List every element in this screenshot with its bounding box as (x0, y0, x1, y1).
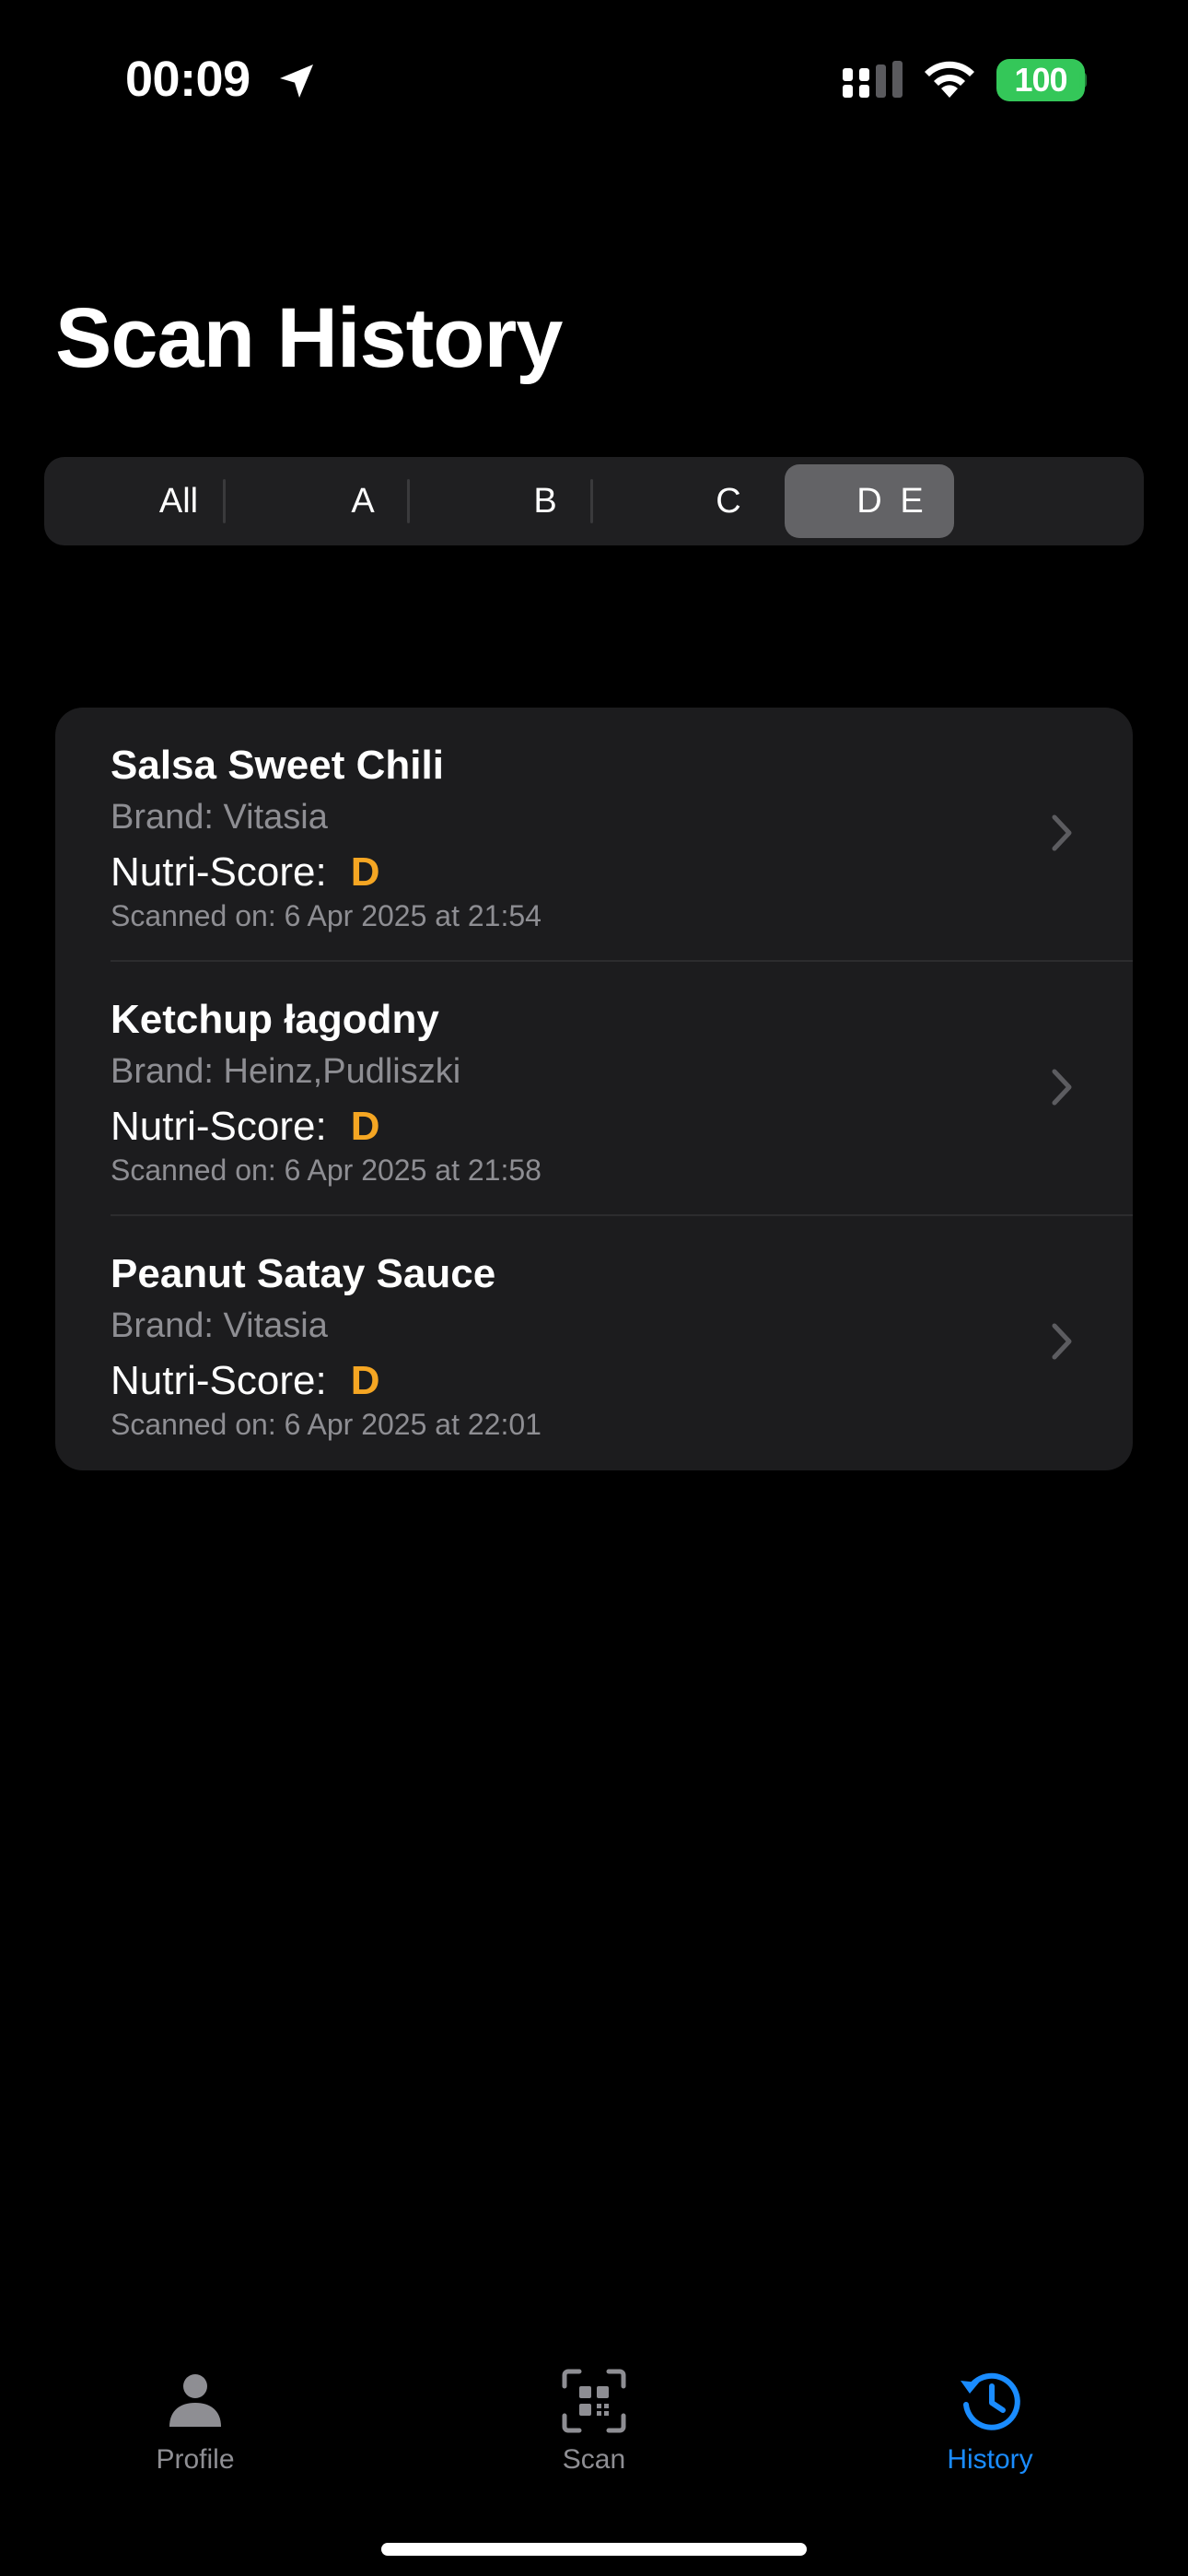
home-indicator (381, 2543, 807, 2556)
nutri-score-value: D (350, 849, 380, 895)
segment-divider (590, 479, 593, 523)
wifi-icon (925, 61, 974, 98)
tab-scan-label: Scan (562, 2444, 626, 2475)
filter-segment-a[interactable]: A (278, 464, 448, 538)
product-brand: Brand: Vitasia (111, 1306, 328, 1345)
location-arrow-icon (280, 64, 313, 98)
nutri-score-value: D (350, 1358, 380, 1403)
nutri-score: Nutri-Score: D (111, 1102, 380, 1152)
product-brand: Brand: Vitasia (111, 798, 328, 837)
history-row[interactable]: Peanut Satay Sauce Brand: Vitasia Nutri-… (55, 1216, 1133, 1470)
battery-tip (1079, 72, 1087, 88)
nutri-score-value: D (350, 1104, 380, 1149)
product-name: Salsa Sweet Chili (111, 743, 444, 788)
scanned-date: Scanned on: 6 Apr 2025 at 22:01 (111, 1408, 542, 1441)
tab-bar: Profile Scan History (0, 2340, 1188, 2576)
page-title: Scan History (55, 291, 563, 385)
history-row[interactable]: Ketchup łagodny Brand: Heinz,Pudliszki N… (55, 962, 1133, 1216)
segment-divider (407, 479, 410, 523)
qr-scan-icon (562, 2369, 626, 2433)
filter-segment-all[interactable]: All (94, 464, 263, 538)
nutri-score: Nutri-Score: D (111, 1356, 380, 1406)
filter-segment-b[interactable]: B (460, 464, 630, 538)
tab-history-label: History (947, 2444, 1033, 2475)
person-icon (169, 2374, 221, 2427)
history-list: Salsa Sweet Chili Brand: Vitasia Nutri-S… (55, 708, 1133, 1470)
tab-profile[interactable]: Profile (103, 2340, 287, 2488)
nutri-score-label: Nutri-Score: (111, 1358, 327, 1403)
history-icon (961, 2372, 1020, 2430)
status-bar: 00:09 100 (0, 0, 1188, 157)
nutri-score-filter: All A B C D E (44, 457, 1144, 545)
tab-history[interactable]: History (898, 2340, 1082, 2488)
product-name: Peanut Satay Sauce (111, 1251, 496, 1296)
battery-indicator: 100 (996, 59, 1085, 101)
nutri-score-label: Nutri-Score: (111, 849, 327, 895)
history-row[interactable]: Salsa Sweet Chili Brand: Vitasia Nutri-S… (55, 708, 1133, 962)
product-name: Ketchup łagodny (111, 997, 439, 1042)
tab-scan[interactable]: Scan (502, 2340, 686, 2488)
chevron-right-icon (1052, 1323, 1072, 1360)
segment-divider (223, 479, 226, 523)
nutri-score: Nutri-Score: D (111, 848, 380, 897)
scanned-date: Scanned on: 6 Apr 2025 at 21:54 (111, 899, 542, 932)
battery-level: 100 (1014, 61, 1067, 99)
product-brand: Brand: Heinz,Pudliszki (111, 1052, 461, 1091)
nutri-score-label: Nutri-Score: (111, 1104, 327, 1149)
status-time: 00:09 (125, 52, 250, 107)
chevron-right-icon (1052, 1069, 1072, 1106)
scanned-date: Scanned on: 6 Apr 2025 at 21:58 (111, 1153, 542, 1187)
cellular-signal-icon (843, 61, 903, 98)
chevron-right-icon (1052, 814, 1072, 851)
tab-profile-label: Profile (156, 2444, 235, 2475)
filter-segment-e[interactable]: E (827, 464, 996, 538)
